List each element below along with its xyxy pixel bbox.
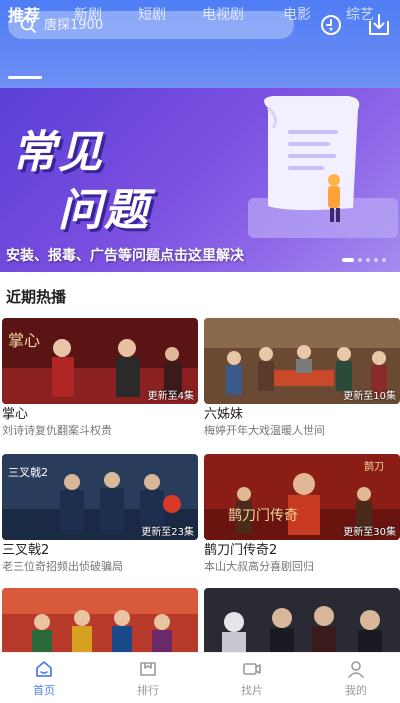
show-description: 本山大叔高分喜剧回归: [204, 560, 314, 573]
carousel-dots: [342, 258, 386, 262]
nav-label: 找片: [241, 684, 263, 697]
nav-label: 排行: [137, 684, 159, 697]
banner-subtitle: 安装、报毒、广告等问题点击这里解决: [6, 248, 244, 264]
show-title: 鹊刀门传奇2: [204, 543, 278, 558]
bottom-navigation: 首页 排行 找片 我的: [0, 652, 400, 703]
history-icon[interactable]: [318, 12, 344, 38]
show-card[interactable]: 掌心 更新至4集 掌心 刘诗诗复仇翻案斗权贵: [2, 318, 198, 438]
tab-new-drama[interactable]: 新剧: [74, 4, 102, 24]
carousel-dot[interactable]: [374, 258, 378, 262]
section-title-trending: 近期热播: [6, 288, 67, 306]
show-thumbnail[interactable]: 三叉戟2 更新至23集: [2, 454, 198, 540]
tab-recommend[interactable]: 推荐: [8, 2, 40, 26]
show-card[interactable]: 鹊刀门传奇 鹊刀 更新至30集 鹊刀门传奇2 本山大叔高分喜剧回归: [204, 454, 400, 574]
carousel-dot[interactable]: [342, 258, 354, 262]
top-header: 推荐 新剧 短剧 电视剧 电影 综艺: [0, 0, 400, 88]
profile-icon: [348, 661, 364, 678]
nav-ranking[interactable]: 排行: [118, 659, 178, 698]
ranking-icon: [140, 662, 156, 676]
banner-title-line2: 问题: [58, 185, 150, 236]
update-badge: 更新至23集: [141, 527, 194, 538]
svg-text:掌心: 掌心: [8, 331, 40, 350]
show-thumbnail[interactable]: 更新至10集: [204, 318, 400, 404]
banner-title-line1: 常见: [12, 127, 104, 178]
show-description: 梅婷开年大戏温暖人世间: [204, 424, 325, 437]
show-card[interactable]: 三叉戟2 更新至23集 三叉戟2 老三位奇招频出侦破骗局: [2, 454, 198, 574]
video-search-icon: [243, 663, 261, 675]
home-icon: [36, 661, 52, 677]
update-badge: 更新至30集: [343, 527, 396, 538]
tab-tv-series[interactable]: 电视剧: [202, 4, 244, 24]
carousel-dot[interactable]: [366, 258, 370, 262]
nav-find-film[interactable]: 找片: [222, 659, 282, 698]
show-title: 六姊妹: [204, 407, 244, 422]
svg-text:鹊刀门传奇: 鹊刀门传奇: [228, 507, 298, 524]
show-title: 三叉戟2: [2, 543, 50, 558]
scroll-illustration: [248, 96, 398, 238]
carousel-dot[interactable]: [382, 258, 386, 262]
active-tab-indicator: [8, 76, 42, 79]
tab-variety[interactable]: 综艺: [346, 4, 374, 24]
carousel-dot[interactable]: [358, 258, 362, 262]
svg-text:三叉戟2: 三叉戟2: [8, 466, 48, 479]
tab-short-drama[interactable]: 短剧: [138, 4, 166, 24]
nav-home[interactable]: 首页: [14, 659, 74, 698]
nav-label: 我的: [345, 684, 367, 697]
show-description: 刘诗诗复仇翻案斗权贵: [2, 424, 112, 437]
update-badge: 更新至4集: [147, 391, 194, 402]
nav-profile[interactable]: 我的: [326, 659, 386, 698]
nav-label: 首页: [33, 684, 55, 697]
update-badge: 更新至10集: [343, 391, 396, 402]
svg-text:鹊刀: 鹊刀: [364, 460, 384, 473]
tab-movies[interactable]: 电影: [283, 4, 311, 24]
show-thumbnail[interactable]: 鹊刀门传奇 鹊刀 更新至30集: [204, 454, 400, 540]
show-thumbnail[interactable]: 掌心 更新至4集: [2, 318, 198, 404]
show-description: 老三位奇招频出侦破骗局: [2, 560, 123, 573]
show-card[interactable]: 更新至10集 六姊妹 梅婷开年大戏温暖人世间: [204, 318, 400, 438]
faq-banner[interactable]: 常见 问题 安装、报毒、广告等问题点击这里解决: [0, 88, 400, 272]
show-title: 掌心: [2, 407, 29, 422]
